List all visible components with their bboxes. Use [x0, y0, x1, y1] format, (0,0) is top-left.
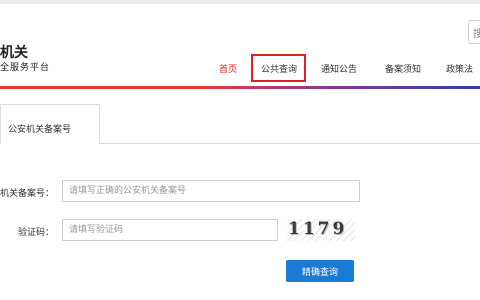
captcha-label: 验证码：	[18, 228, 55, 238]
exact-query-button[interactable]: 精确查询	[286, 260, 354, 282]
nav-home[interactable]: 首页	[219, 62, 237, 75]
tab-divider	[100, 143, 480, 144]
nav-policies[interactable]: 政策法	[446, 62, 473, 75]
captcha-image[interactable]: 1179	[288, 219, 354, 241]
header-accent-bar	[0, 86, 480, 89]
header-search-button[interactable]: 搜	[468, 20, 480, 44]
nav-notices[interactable]: 通知公告	[321, 62, 357, 75]
brand-subtitle: 全服务平台	[0, 63, 51, 73]
record-number-label: 机关备案号：	[0, 189, 55, 199]
brand-title: 机关	[0, 45, 28, 61]
nav-public-query-highlight	[251, 54, 306, 82]
nav-filing-guide[interactable]: 备案须知	[385, 62, 421, 75]
captcha-input[interactable]	[62, 219, 278, 241]
tab-record-number-label: 公安机关备案号	[8, 125, 72, 135]
record-number-input[interactable]	[62, 180, 360, 202]
top-border	[0, 0, 480, 4]
